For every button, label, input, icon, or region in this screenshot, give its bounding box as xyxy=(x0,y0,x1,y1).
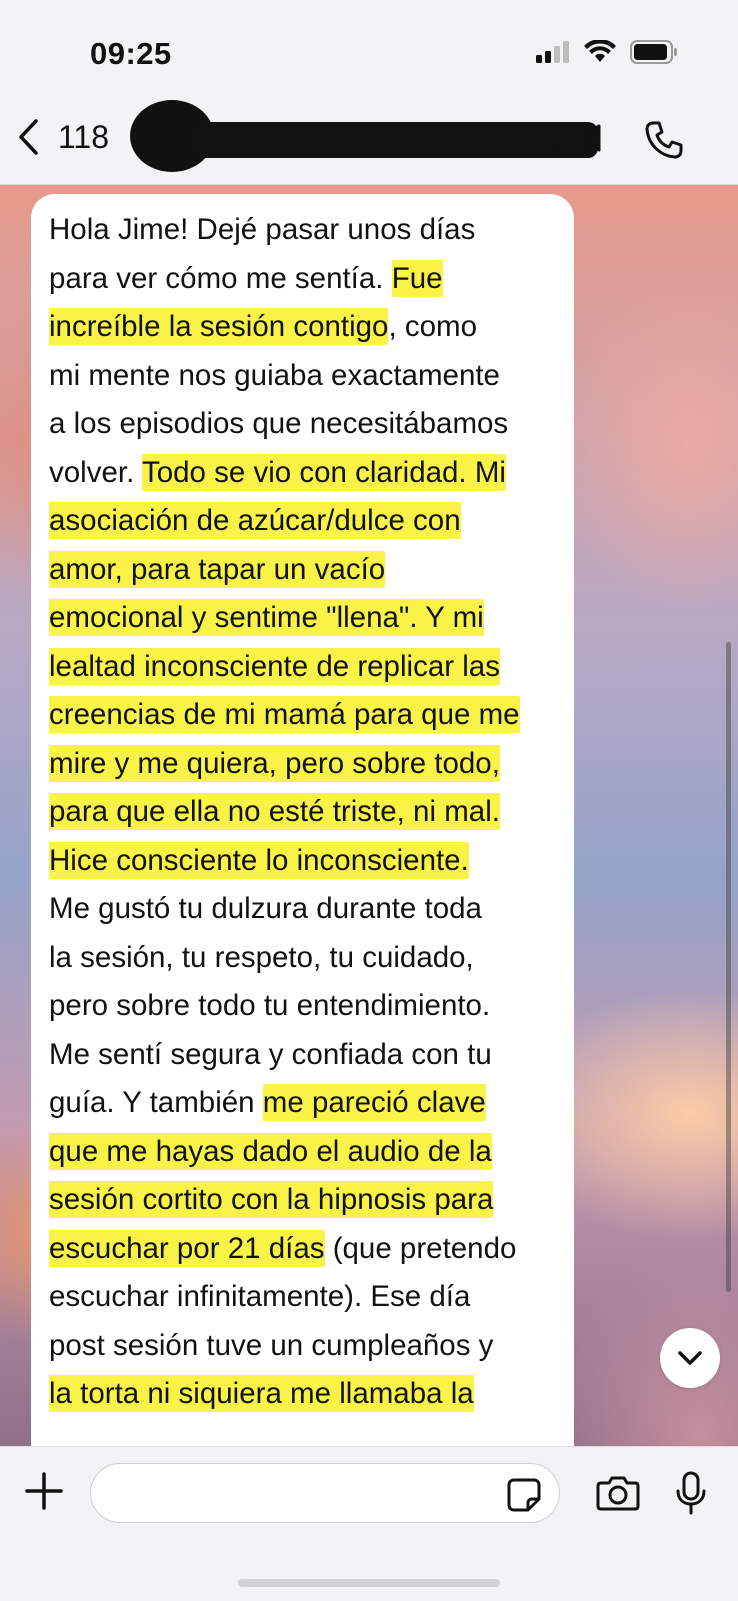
highlighted-text: creencias de mi mamá para que me xyxy=(49,696,520,733)
status-icons xyxy=(536,40,678,64)
message-text-segment: escuchar infinitamente). Ese día xyxy=(49,1280,471,1313)
message-line: post sesión tuve un cumpleaños y xyxy=(49,1322,569,1371)
scroll-indicator[interactable] xyxy=(726,642,731,1292)
chevron-left-icon xyxy=(19,119,38,155)
highlighted-text: la torta ni siquiera me llamaba la xyxy=(49,1375,474,1412)
camera-button[interactable] xyxy=(596,1475,640,1516)
message-line: sesión cortito con la hipnosis para xyxy=(49,1176,569,1225)
highlighted-text: lealtad inconsciente de replicar las xyxy=(49,647,500,685)
message-line: pero sobre todo tu entendimiento. xyxy=(49,982,569,1031)
message-line: asociación de azúcar/dulce con xyxy=(49,497,569,546)
microphone-button[interactable] xyxy=(676,1471,706,1520)
message-line: Me gustó tu dulzura durante toda xyxy=(49,885,569,934)
composer xyxy=(0,1446,738,1601)
message-line: creencias de mi mamá para que me xyxy=(49,691,569,740)
highlighted-text: escuchar por 21 días xyxy=(49,1229,325,1267)
message-line: emocional y sentime "llena". Y mi xyxy=(49,594,569,643)
message-line: mire y me quiera, pero sobre todo, xyxy=(49,740,569,789)
message-text-segment: , como xyxy=(388,310,477,343)
message-line: Hola Jime! Dejé pasar unos días xyxy=(49,206,569,255)
message-text-segment: Me sentí segura y confiada con tu xyxy=(49,1037,492,1071)
microphone-icon xyxy=(676,1471,706,1515)
message-text-segment: Hola Jime! Dejé pasar unos días xyxy=(49,213,476,246)
message-line: lealtad inconsciente de replicar las xyxy=(49,643,569,692)
message-text-segment: la sesión, tu respeto, tu cuidado, xyxy=(49,940,474,974)
chevron-down-icon xyxy=(678,1351,702,1365)
sticker-button[interactable] xyxy=(506,1477,542,1518)
contact-name-redacted xyxy=(190,122,598,158)
battery-icon xyxy=(630,40,677,64)
message-line: para que ella no esté triste, ni mal. xyxy=(49,788,569,837)
voice-call-button[interactable] xyxy=(644,120,684,165)
message-text-segment: a los episodios que necesitábamos xyxy=(49,407,509,440)
message-line: Hice consciente lo inconsciente. xyxy=(49,837,569,886)
wifi-icon xyxy=(584,40,616,62)
unread-count: 118 xyxy=(58,118,110,155)
message-text-segment: guía. Y también xyxy=(49,1086,263,1119)
sticker-icon xyxy=(507,1478,541,1512)
highlighted-text: Todo se vio con claridad. Mi xyxy=(141,453,506,491)
phone-icon xyxy=(645,121,683,159)
message-line: volver. Todo se vio con claridad. Mi xyxy=(49,449,569,498)
home-indicator xyxy=(238,1579,500,1587)
message-line: la sesión, tu respeto, tu cuidado, xyxy=(49,934,569,983)
video-call-button[interactable] xyxy=(552,120,602,161)
message-text-segment: Me gustó tu dulzura durante toda xyxy=(49,892,482,925)
highlighted-text: sesión cortito con la hipnosis para xyxy=(49,1181,494,1218)
message-text-segment: (que pretendo xyxy=(324,1231,517,1265)
message-line: mi mente nos guiaba exactamente xyxy=(49,352,569,401)
highlighted-text: asociación de azúcar/dulce con xyxy=(49,502,461,539)
highlighted-text: me pareció clave xyxy=(262,1084,486,1121)
message-text-segment: para ver cómo me sentía. xyxy=(49,261,392,295)
highlighted-text: amor, para tapar un vacío xyxy=(49,550,386,588)
message-line: escuchar infinitamente). Ese día xyxy=(49,1273,569,1322)
message-line: que me hayas dado el audio de la xyxy=(49,1128,569,1177)
camera-icon xyxy=(596,1476,640,1511)
message-text-segment: mi mente nos guiaba exactamente xyxy=(49,358,500,392)
message-line: Me sentí segura y confiada con tu xyxy=(49,1031,569,1080)
message-input[interactable] xyxy=(90,1463,560,1523)
message-text-segment: post sesión tuve un cumpleaños y xyxy=(49,1328,494,1362)
message-line: la torta ni siquiera me llamaba la xyxy=(49,1370,569,1419)
highlighted-text: emocional y sentime "llena". Y mi xyxy=(49,599,484,636)
message-line: para ver cómo me sentía. Fue xyxy=(49,255,569,304)
highlighted-text: que me hayas dado el audio de la xyxy=(49,1132,492,1170)
highlighted-text: mire y me quiera, pero sobre todo, xyxy=(49,744,500,782)
attach-button[interactable] xyxy=(24,1471,64,1516)
contact-info[interactable] xyxy=(130,100,598,172)
plus-icon xyxy=(25,1472,63,1510)
signal-icon xyxy=(536,41,569,63)
message-text-segment: volver. xyxy=(49,455,142,489)
video-call-icon xyxy=(552,122,601,154)
scroll-to-bottom-button[interactable] xyxy=(660,1328,720,1388)
message-text-segment: pero sobre todo tu entendimiento. xyxy=(49,989,491,1022)
status-time: 09:25 xyxy=(90,36,172,71)
chat-header: 09:25 118 xyxy=(0,0,738,185)
message-line: increíble la sesión contigo, como xyxy=(49,303,569,352)
message-line: a los episodios que necesitábamos xyxy=(49,400,569,449)
message-line: escuchar por 21 días (que pretendo xyxy=(49,1225,569,1274)
back-button[interactable]: 118 xyxy=(16,118,109,156)
message-line: guía. Y también me pareció clave xyxy=(49,1079,569,1128)
highlighted-text: increíble la sesión contigo xyxy=(49,308,389,345)
message-text: Hola Jime! Dejé pasar unos días para ver … xyxy=(49,206,569,1419)
highlighted-text: Fue xyxy=(391,259,443,297)
highlighted-text: para que ella no esté triste, ni mal. xyxy=(49,793,500,830)
message-line: amor, para tapar un vacío xyxy=(49,546,569,595)
chat-area[interactable]: Hola Jime! Dejé pasar unos días para ver … xyxy=(0,184,738,1446)
highlighted-text: Hice consciente lo inconsciente. xyxy=(49,841,469,879)
